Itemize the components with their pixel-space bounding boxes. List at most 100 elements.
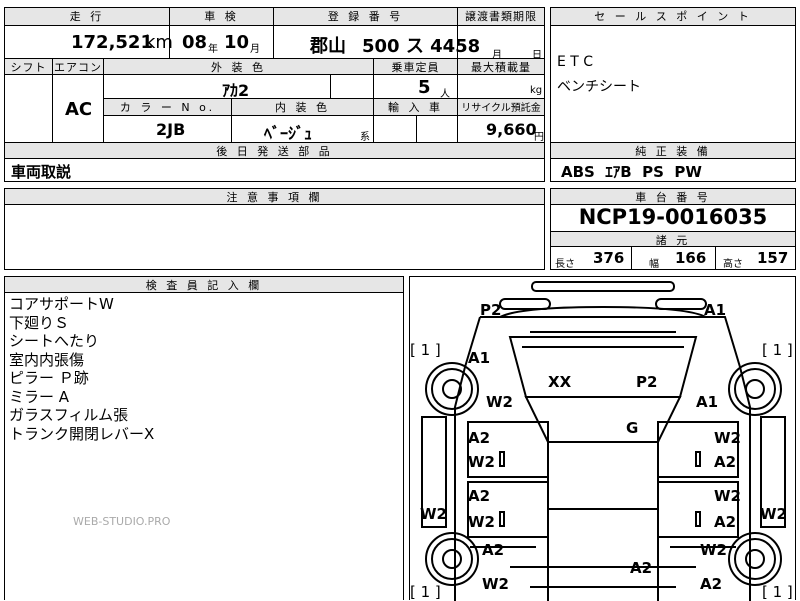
inspector-notes-label: 検 査 員 記 入 欄 <box>5 277 403 293</box>
year-unit: 年 <box>208 44 218 55</box>
month-unit: 月 <box>250 44 260 55</box>
note-item: トランク開閉レバーX <box>9 424 155 443</box>
note-item: ピラー Ｐ跡 <box>9 369 89 387</box>
note-item: ミラー A <box>9 387 70 406</box>
tire-label-front-left: [ 1 ] <box>410 341 441 359</box>
later-parts-box: 後 日 発 送 部 品 車両取説 <box>4 142 545 182</box>
mark-side-left-w2: W2 <box>420 505 447 523</box>
mileage-cell: 172,521 km <box>5 26 173 59</box>
vehicle-info-table: 走 行 車 検 登 録 番 号 譲渡書類期限 172,521 km 08 年 1… <box>4 7 545 143</box>
mark-w2-left: W2 <box>486 393 513 411</box>
note-item: ガラスフィルム張 <box>9 406 129 424</box>
interior-color-label: 内 装 色 <box>232 99 374 116</box>
recycle-label: リサイクル預託金 <box>458 99 544 116</box>
length-label: 長さ <box>555 259 575 270</box>
mileage-value: 172,521 <box>71 32 153 53</box>
interior-color-value: ﾍﾞｰｼﾞｭ <box>264 124 313 143</box>
mark-rear-left-a2: A2 <box>482 541 505 559</box>
note-item: シートへたり <box>9 332 100 350</box>
tire-label-rear-right: [ 1 ] <box>762 583 793 601</box>
width-value: 166 <box>675 249 707 267</box>
registration-label: 登 録 番 号 <box>274 8 458 26</box>
aircon-value: AC <box>65 99 93 120</box>
color-no-cell: 2JB <box>104 116 232 142</box>
exterior-color-value: ｱｶ2 <box>222 81 250 100</box>
car-diagram: [ 1 ] [ 1 ] [ 1 ] [ 1 ] P2 A1 A1 W2 XX P… <box>409 276 796 601</box>
transfer-docs-label: 譲渡書類期限 <box>458 8 544 26</box>
aircon-cell: AC <box>53 75 104 142</box>
mark-door-r2-a2: A2 <box>714 513 737 531</box>
tire-label-front-right: [ 1 ] <box>762 341 793 359</box>
mark-p2-center: P2 <box>636 373 658 391</box>
height-label: 高さ <box>723 259 743 270</box>
note-item: コアサポートW <box>9 295 114 313</box>
capacity-unit: 人 <box>440 89 450 100</box>
capacity-value: 5 <box>418 77 431 98</box>
mark-xx: XX <box>548 373 572 391</box>
sales-point-label: セ ー ル ス ポ イ ン ト <box>551 8 795 26</box>
later-parts-value: 車両取説 <box>11 163 72 181</box>
registration-cell: 郡山 500 ス 4458 <box>274 26 480 59</box>
mark-door-r1-a2: A2 <box>714 453 737 471</box>
mileage-unit: km <box>145 32 173 53</box>
import-label: 輸 入 車 <box>374 99 458 116</box>
shift-label: シフト <box>5 59 53 75</box>
length-value: 376 <box>593 249 625 267</box>
inspection-year: 08 <box>182 32 208 53</box>
interior-color-cell: ﾍﾞｰｼﾞｭ 系 <box>232 116 374 143</box>
max-load-cell: kg <box>458 75 544 99</box>
inspector-notes-list: コアサポートW 下廻りＳ シートへたり 室内内張傷 ピラー Ｐ跡 ミラー A ガ… <box>9 295 154 443</box>
specs-label: 諸 元 <box>551 231 795 247</box>
capacity-cell: 5 人 <box>374 75 458 100</box>
mark-door-r2-w2: W2 <box>714 487 741 505</box>
mark-rear-right-w2: W2 <box>700 541 727 559</box>
shift-cell <box>5 75 53 142</box>
capacity-label: 乗車定員 <box>374 59 458 75</box>
interior-color-unit: 系 <box>360 132 370 143</box>
mark-door-l1-a2: A2 <box>468 429 491 447</box>
mark-p2-front: P2 <box>480 301 502 319</box>
registration-area: 郡山 <box>310 36 346 57</box>
genuine-equipment-box: 純 正 装 備 ABS ｴｱB PS PW <box>550 142 796 182</box>
mark-door-r1-w2: W2 <box>714 429 741 447</box>
cautions-box: 注 意 事 項 欄 <box>4 188 545 270</box>
max-load-label: 最大積載量 <box>458 59 544 75</box>
mark-a1-left: A1 <box>468 349 491 367</box>
exterior-color-label: 外 装 色 <box>104 59 374 75</box>
color-no-value: 2JB <box>156 120 186 139</box>
mark-a1-right: A1 <box>696 393 719 411</box>
tire-label-rear-left: [ 1 ] <box>410 583 441 601</box>
later-parts-label: 後 日 発 送 部 品 <box>5 143 544 159</box>
genuine-equipment-label: 純 正 装 備 <box>551 143 795 159</box>
genuine-equipment-value: ABS ｴｱB PS PW <box>561 163 702 181</box>
load-unit: kg <box>530 85 543 96</box>
inspection-label: 車 検 <box>170 8 274 26</box>
height-value: 157 <box>757 249 789 267</box>
mark-door-l1-w2: W2 <box>468 453 495 471</box>
chassis-number-label: 車 台 番 号 <box>551 189 795 205</box>
chassis-number-value: NCP19-0016035 <box>578 205 768 229</box>
mark-g: G <box>626 419 639 437</box>
mark-bottom-right-a2: A2 <box>700 575 723 593</box>
width-label: 幅 <box>649 259 659 270</box>
sales-point-box: セ ー ル ス ポ イ ン ト E T C ベンチシート <box>550 7 796 143</box>
sales-point-1: E T C <box>557 54 594 70</box>
aircon-label: エアコン <box>53 59 104 75</box>
inspector-notes-box: 検 査 員 記 入 欄 コアサポートW 下廻りＳ シートへたり 室内内張傷 ピラ… <box>4 276 404 600</box>
note-item: 室内内張傷 <box>9 350 85 369</box>
sales-point-2: ベンチシート <box>557 79 641 95</box>
cautions-label: 注 意 事 項 欄 <box>5 189 544 205</box>
watermark: WEB-STUDIO.PRO <box>73 515 171 528</box>
recycle-unit: 円 <box>534 132 544 143</box>
inspection-month: 10 <box>224 32 250 53</box>
color-no-label: カ ラ ー N o. <box>104 99 232 116</box>
mark-bottom-center-a2: A2 <box>630 559 653 577</box>
mark-side-right-w2: W2 <box>760 505 787 523</box>
exterior-color-cell: ｱｶ2 <box>104 75 374 100</box>
chassis-box: 車 台 番 号 NCP19-0016035 諸 元 長さ 376 幅 166 高… <box>550 188 796 270</box>
mark-a1-front-right: A1 <box>704 301 727 319</box>
mark-bottom-left-w2: W2 <box>482 575 509 593</box>
transfer-docs-cell: 月 日 <box>458 26 544 61</box>
recycle-cell: 9,660 円 <box>458 116 544 143</box>
recycle-value: 9,660 <box>486 120 537 139</box>
